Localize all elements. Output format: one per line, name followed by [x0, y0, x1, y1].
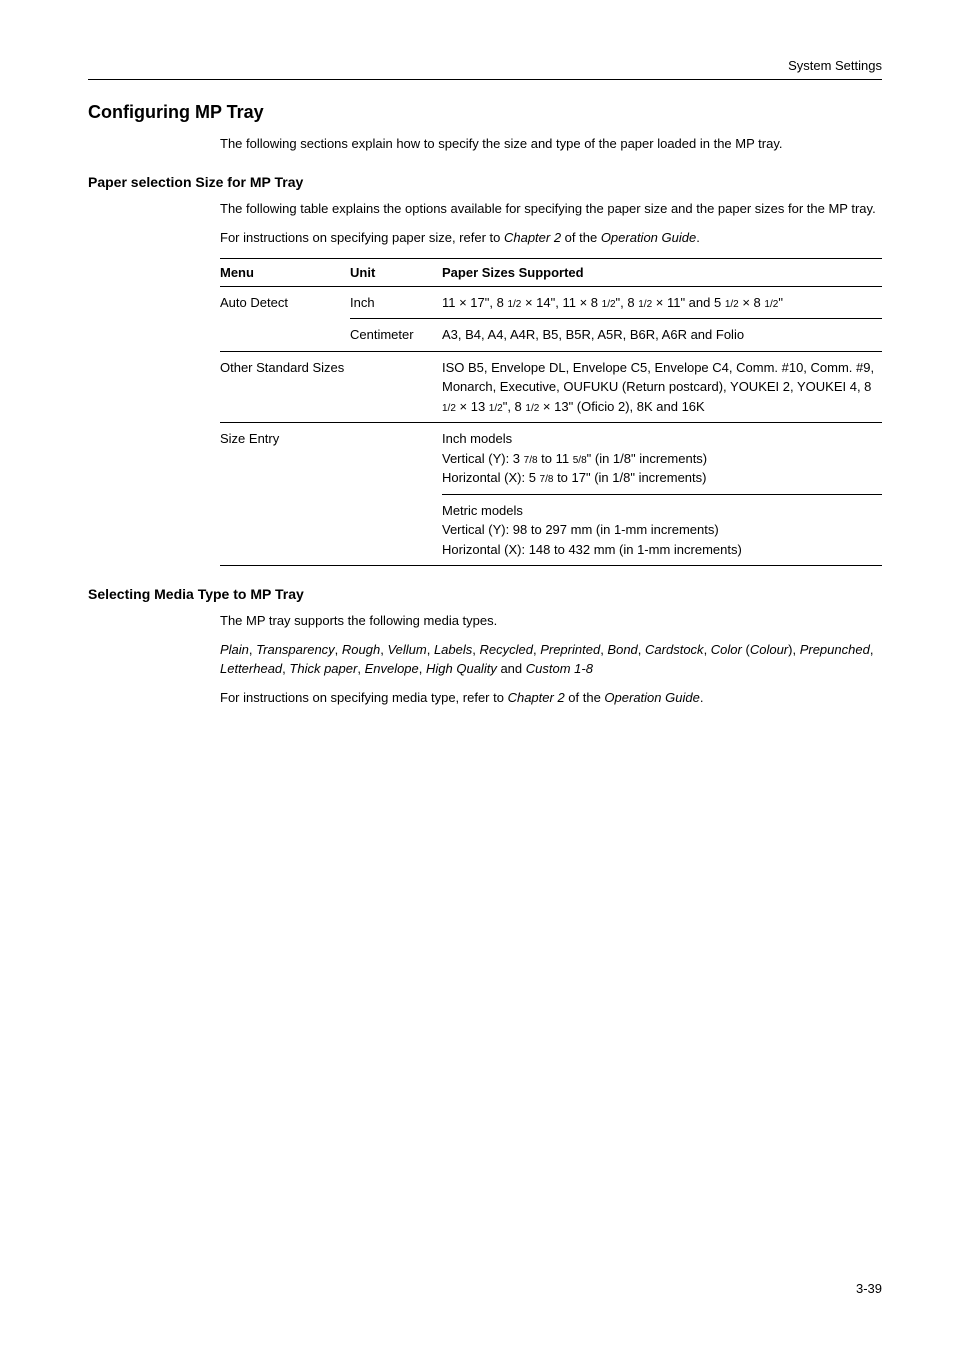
table-row: Auto Detect Inch 11 × 17", 8 1/2 × 14", … [220, 286, 882, 319]
text-fragment: of the [561, 230, 601, 245]
media-item: Labels [434, 642, 472, 657]
media-type-para3: For instructions on specifying media typ… [220, 689, 882, 708]
media-item: Prepunched [800, 642, 870, 657]
media-type-heading: Selecting Media Type to MP Tray [88, 586, 882, 602]
sep: and [497, 661, 526, 676]
text-fragment: For instructions on specifying paper siz… [220, 230, 504, 245]
table-header-row: Menu Unit Paper Sizes Supported [220, 258, 882, 286]
sep: ( [742, 642, 750, 657]
cell-menu: Other Standard Sizes [220, 351, 442, 423]
cell-sizes: Inch modelsVertical (Y): 3 7/8 to 11 5/8… [442, 423, 882, 495]
page-number: 3-39 [856, 1281, 882, 1296]
paper-size-heading: Paper selection Size for MP Tray [88, 174, 882, 190]
cell-sizes: 11 × 17", 8 1/2 × 14", 11 × 8 1/2", 8 1/… [442, 286, 882, 319]
page-header: System Settings [88, 58, 882, 80]
media-item: Recycled [480, 642, 533, 657]
media-item: Envelope [365, 661, 419, 676]
sep: , [419, 661, 426, 676]
media-type-para1: The MP tray supports the following media… [220, 612, 882, 631]
media-item: Color [711, 642, 742, 657]
sep: , [704, 642, 711, 657]
sep: , [335, 642, 342, 657]
chapter-ref: Chapter 2 [508, 690, 565, 705]
sep: , [357, 661, 364, 676]
media-item: Thick paper [289, 661, 357, 676]
sep: , [427, 642, 434, 657]
table-row: Other Standard Sizes ISO B5, Envelope DL… [220, 351, 882, 423]
guide-ref: Operation Guide [601, 230, 696, 245]
page-content: System Settings Configuring MP Tray The … [0, 0, 954, 707]
text-fragment: . [700, 690, 704, 705]
cell-sizes: Metric models Vertical (Y): 98 to 297 mm… [442, 494, 882, 566]
text-fragment: For instructions on specifying media typ… [220, 690, 508, 705]
media-item: Bond [607, 642, 637, 657]
header-section-label: System Settings [88, 58, 882, 73]
page-title: Configuring MP Tray [88, 102, 882, 123]
cell-sizes: ISO B5, Envelope DL, Envelope C5, Envelo… [442, 351, 882, 423]
paper-size-para1: The following table explains the options… [220, 200, 882, 219]
cell-unit: Centimeter [350, 319, 442, 352]
paper-sizes-table: Menu Unit Paper Sizes Supported Auto Det… [220, 258, 882, 567]
intro-paragraph: The following sections explain how to sp… [220, 135, 882, 154]
media-item: Preprinted [540, 642, 600, 657]
media-item: Plain [220, 642, 249, 657]
col-menu-header: Menu [220, 258, 350, 286]
media-item: Cardstock [645, 642, 704, 657]
table-row: Size Entry Inch modelsVertical (Y): 3 7/… [220, 423, 882, 495]
col-unit-header: Unit [350, 258, 442, 286]
media-item: Transparency [256, 642, 335, 657]
media-item: Rough [342, 642, 380, 657]
sep: , [472, 642, 479, 657]
media-type-list: Plain, Transparency, Rough, Vellum, Labe… [220, 641, 882, 679]
chapter-ref: Chapter 2 [504, 230, 561, 245]
media-item: Custom 1-8 [526, 661, 593, 676]
guide-ref: Operation Guide [604, 690, 699, 705]
cell-unit: Inch [350, 286, 442, 319]
cell-menu: Size Entry [220, 423, 442, 566]
media-item: Colour [750, 642, 788, 657]
cell-menu: Auto Detect [220, 286, 350, 351]
cell-sizes: A3, B4, A4, A4R, B5, B5R, A5R, B6R, A6R … [442, 319, 882, 352]
text-fragment: . [696, 230, 700, 245]
sep: , [638, 642, 645, 657]
text-fragment: of the [565, 690, 605, 705]
sep: ), [788, 642, 800, 657]
paper-size-para2: For instructions on specifying paper siz… [220, 229, 882, 248]
sep: , [870, 642, 874, 657]
media-item: Vellum [387, 642, 426, 657]
media-item: Letterhead [220, 661, 282, 676]
col-sizes-header: Paper Sizes Supported [442, 258, 882, 286]
media-item: High Quality [426, 661, 497, 676]
